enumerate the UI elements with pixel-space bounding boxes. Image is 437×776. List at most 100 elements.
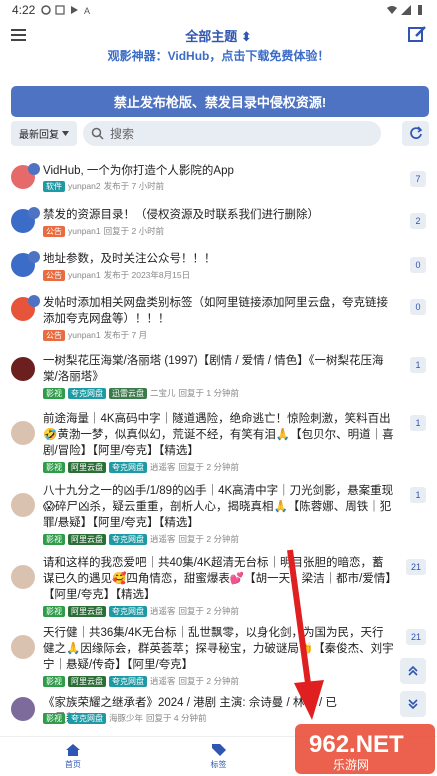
tag-badge[interactable]: 夸克网盘 — [109, 533, 147, 545]
topic-time: 发布于 7 月 — [103, 330, 148, 340]
topic-row[interactable]: 天行健｜共36集/4K无台标｜乱世飘零，以身化剑，为国为民，天行健之🙏因缘际会，… — [0, 625, 437, 689]
battery-icon — [418, 5, 422, 15]
avatar — [11, 565, 35, 589]
topic-title[interactable]: 前途海量｜4K高码中字｜隧道遇险，绝命逃亡！惊险刺激，笑料百出🤣黄渤一梦，似真似… — [43, 411, 395, 459]
avatar — [11, 357, 35, 381]
topic-user[interactable]: 逍遥客 — [150, 461, 176, 473]
tag-badge[interactable]: 影视 — [43, 712, 65, 724]
compose-icon[interactable] — [407, 24, 427, 44]
reply-count: 7 — [410, 171, 426, 187]
topic-row[interactable]: 地址参数，及时关注公众号！！！ 公告 yunpan1 发布于 2023年8月15… — [0, 251, 437, 291]
topic-meta: 影视 阿里云盘 夸克网盘 逍遥客 回复于 2 分钟前 — [43, 533, 239, 545]
tag-badge[interactable]: 夸克网盘 — [109, 675, 147, 687]
status-bar: 4:22 A — [0, 0, 437, 20]
lock-icon — [28, 251, 40, 263]
topic-filter-dropdown[interactable]: 全部主题 ⬍ — [185, 26, 252, 45]
topic-user[interactable]: 逍遥客 — [150, 675, 176, 687]
sort-dropdown[interactable]: 最新回复 — [11, 120, 77, 146]
tag-badge[interactable]: 公告 — [43, 329, 65, 341]
header-title: 全部主题 ⬍ — [185, 28, 252, 44]
tag-badge[interactable]: 夸克网盘 — [109, 605, 147, 617]
scroll-top-button[interactable] — [400, 658, 426, 684]
topic-row[interactable]: 一树梨花压海棠/洛丽塔 (1997)【剧情 / 爱情 / 情色】《一树梨花压海棠… — [0, 353, 437, 405]
wifi-icon — [387, 6, 397, 14]
topic-row[interactable]: VidHub, 一个为你打造个人影院的App 软件 yunpan2 发布于 7 … — [0, 163, 437, 203]
search-placeholder: 搜索 — [110, 126, 135, 141]
topic-row[interactable]: 《家族荣耀之继承者》2024 / 港剧 主演: 佘诗曼 / 林峯 / 已更最新 … — [0, 695, 437, 731]
topic-time: 回复于 2 小时前 — [103, 226, 165, 236]
promo-link[interactable]: 观影神器：VidHub，点击下载免费体验！ — [0, 47, 437, 64]
tag-badge[interactable]: 阿里云盘 — [68, 461, 106, 473]
tag-badge[interactable]: 影视 — [43, 675, 65, 687]
topic-row[interactable]: 禁发的资源目录！（侵权资源及时联系我们进行删除） 公告 yunpan1 回复于 … — [0, 207, 437, 247]
nav-home[interactable]: 首页 — [0, 737, 146, 776]
notice-banner[interactable]: 禁止发布枪版、禁发目录中侵权资源! — [11, 86, 429, 117]
tag-badge[interactable]: 阿里云盘 — [68, 675, 106, 687]
tag-badge[interactable]: 影视 — [43, 387, 65, 399]
topic-user[interactable]: yunpan1 — [68, 270, 101, 280]
reply-count: 0 — [410, 299, 426, 315]
topic-meta: 影视 阿里云盘 夸克网盘 逍遥客 回复于 2 分钟前 — [43, 461, 239, 473]
filter-bar: 最新回复 搜索 — [11, 120, 429, 146]
tag-badge[interactable]: 阿里云盘 — [68, 605, 106, 617]
reply-count: 2 — [410, 213, 426, 229]
nav-empty — [291, 737, 437, 776]
home-icon — [65, 744, 80, 756]
topic-title[interactable]: 发帖时添加相关网盘类别标签（如阿里链接添加阿里云盘，夸克链接添加夸克网盘等）！！… — [43, 295, 395, 327]
tag-icon — [211, 744, 226, 756]
topic-row[interactable]: 请和这样的我恋爱吧｜共40集/4K超清无台标｜明目张胆的暗恋，蓄谋已久的遇见🥰四… — [0, 555, 437, 619]
nav-home-label: 首页 — [64, 760, 81, 769]
topic-meta: 软件 yunpan2 发布于 7 小时前 — [43, 180, 164, 192]
tag-badge[interactable]: 影视 — [43, 605, 65, 617]
topic-title[interactable]: 请和这样的我恋爱吧｜共40集/4K超清无台标｜明目张胆的暗恋，蓄谋已久的遇见🥰四… — [43, 555, 395, 603]
topic-time: 回复于 2 分钟前 — [178, 462, 239, 472]
topic-user[interactable]: yunpan1 — [68, 330, 101, 340]
tag-badge[interactable]: 软件 — [43, 180, 65, 192]
tag-badge[interactable]: 夸克网盘 — [109, 461, 147, 473]
signal-icon — [401, 5, 411, 15]
topic-title[interactable]: 地址参数，及时关注公众号！！！ — [43, 251, 395, 267]
topic-meta: 公告 yunpan1 回复于 2 小时前 — [43, 225, 164, 237]
app-header: 全部主题 ⬍ — [0, 20, 437, 50]
topic-user[interactable]: yunpan1 — [68, 226, 101, 236]
topic-user[interactable]: 二宝儿 — [150, 387, 176, 399]
svg-text:A: A — [84, 6, 90, 15]
topic-row[interactable]: 前途海量｜4K高码中字｜隧道遇险，绝命逃亡！惊险刺激，笑料百出🤣黄渤一梦，似真似… — [0, 411, 437, 477]
scroll-bottom-button[interactable] — [400, 691, 426, 717]
tag-badge[interactable]: 公告 — [43, 225, 65, 237]
refresh-button[interactable] — [402, 120, 429, 146]
lock-icon — [28, 295, 40, 307]
lock-icon — [28, 207, 40, 219]
search-input[interactable]: 搜索 — [83, 120, 381, 146]
topic-title[interactable]: VidHub, 一个为你打造个人影院的App — [43, 163, 395, 179]
topic-meta: 影视 阿里云盘 夸克网盘 逍遥客 回复于 2 分钟前 — [43, 675, 239, 687]
topic-title[interactable]: 一树梨花压海棠/洛丽塔 (1997)【剧情 / 爱情 / 情色】《一树梨花压海棠… — [43, 353, 395, 385]
lock-icon — [28, 163, 40, 175]
topic-user[interactable]: 逍遥客 — [150, 533, 176, 545]
topic-meta: 公告 yunpan1 发布于 2023年8月15日 — [43, 269, 190, 281]
topic-title[interactable]: 八十九分之一的凶手/1/89的凶手｜4K高清中字｜刀光剑影，悬案重现😱碎尸凶杀，… — [43, 483, 395, 531]
topic-user[interactable]: yunpan2 — [68, 181, 101, 191]
tag-badge[interactable]: 公告 — [43, 269, 65, 281]
reply-count: 21 — [406, 559, 426, 575]
notification-icon — [55, 5, 65, 15]
tag-badge[interactable]: 迅雷云盘 — [109, 387, 147, 399]
topic-title[interactable]: 天行健｜共36集/4K无台标｜乱世飘零，以身化剑，为国为民，天行健之🙏因缘际会，… — [43, 625, 395, 673]
double-chevron-up-icon — [408, 665, 418, 676]
avatar — [11, 493, 35, 517]
tag-badge[interactable]: 夸克网盘 — [68, 387, 106, 399]
tag-badge[interactable]: 阿里云盘 — [68, 533, 106, 545]
topic-title[interactable]: 禁发的资源目录！（侵权资源及时联系我们进行删除） — [43, 207, 395, 223]
tag-badge[interactable]: 影视 — [43, 461, 65, 473]
topic-user[interactable]: 海豚少年 — [109, 712, 143, 724]
topic-time: 回复于 2 分钟前 — [178, 676, 239, 686]
topic-time: 回复于 2 分钟前 — [178, 606, 239, 616]
topic-meta: 影视 夸克网盘 海豚少年 回复于 4 分钟前 — [43, 712, 206, 724]
tag-badge[interactable]: 影视 — [43, 533, 65, 545]
menu-icon[interactable] — [10, 25, 30, 45]
topic-row[interactable]: 发帖时添加相关网盘类别标签（如阿里链接添加阿里云盘，夸克链接添加夸克网盘等）！！… — [0, 295, 437, 347]
nav-tags[interactable]: 标签 — [146, 737, 292, 776]
topic-user[interactable]: 逍遥客 — [150, 605, 176, 617]
tag-badge[interactable]: 夸克网盘 — [68, 712, 106, 724]
topic-row[interactable]: 八十九分之一的凶手/1/89的凶手｜4K高清中字｜刀光剑影，悬案重现😱碎尸凶杀，… — [0, 483, 437, 549]
